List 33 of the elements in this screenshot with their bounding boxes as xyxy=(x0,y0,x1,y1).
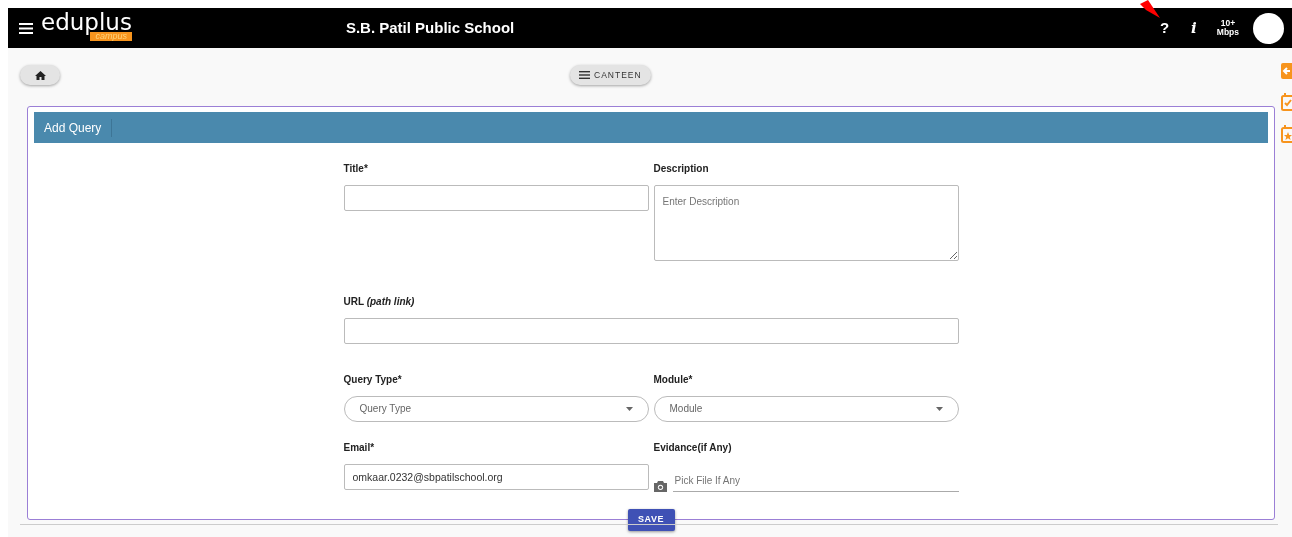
logo-text: eduplus xyxy=(41,11,132,34)
field-label: Evidance(if Any) xyxy=(653,440,733,455)
save-button[interactable]: SAVE xyxy=(627,508,675,531)
dropdown-field[interactable]: Query Type xyxy=(343,395,649,422)
school-name: S.B. Patil Public School xyxy=(345,17,515,38)
menu-icon xyxy=(579,71,590,79)
user-avatar[interactable] xyxy=(1253,12,1284,44)
help-link[interactable]: ? xyxy=(1159,16,1170,40)
caret-icon xyxy=(935,406,943,411)
field-label: Title* xyxy=(343,162,369,176)
input-field[interactable] xyxy=(343,185,649,211)
home-button[interactable] xyxy=(20,65,60,85)
calendar-star-icon[interactable] xyxy=(1281,125,1292,143)
input-field[interactable]: omkaar.0232@sbpatilschool.org xyxy=(343,463,649,490)
description-field[interactable]: Enter Description xyxy=(653,185,959,261)
dropdown-field[interactable]: Module xyxy=(653,395,959,422)
field-label: Query Type* xyxy=(343,372,403,387)
field-label: Module* xyxy=(653,372,694,387)
field-label: Email* xyxy=(343,440,376,455)
form-title: Add Query xyxy=(34,118,113,137)
caret-icon xyxy=(625,406,633,411)
camera-icon[interactable] xyxy=(653,480,667,492)
logo-subtitle: campus xyxy=(90,32,132,41)
module-button[interactable]: CANTEEN xyxy=(570,65,651,85)
field-label: Description xyxy=(653,162,710,176)
menu-icon[interactable] xyxy=(19,23,33,35)
back-icon[interactable] xyxy=(1281,63,1292,79)
network-speed: 10+ Mbps xyxy=(1216,18,1239,38)
input-field[interactable] xyxy=(343,317,959,344)
calendar-check-icon[interactable] xyxy=(1281,93,1292,111)
field-label: URL (path link) xyxy=(343,294,416,309)
home-icon xyxy=(34,70,46,80)
info-link[interactable]: i xyxy=(1191,16,1197,40)
